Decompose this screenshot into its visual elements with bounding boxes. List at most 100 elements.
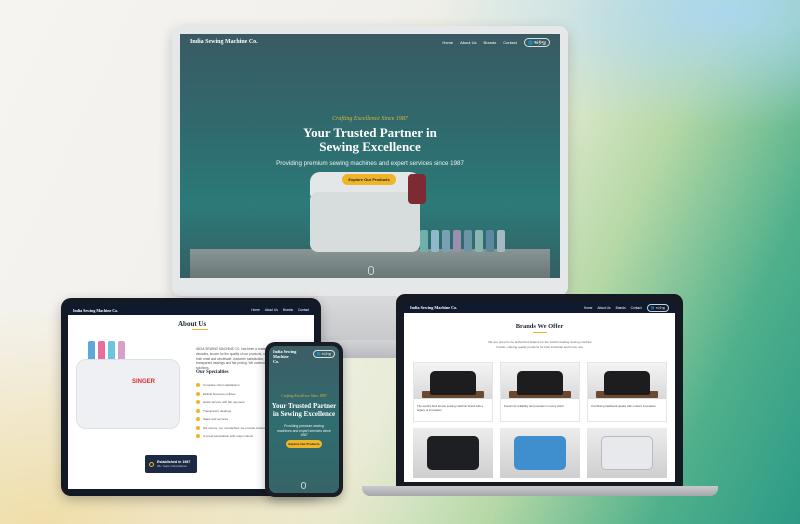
nav-about[interactable]: About Us bbox=[460, 40, 476, 45]
phone-hero-screen: India Sewing Machine Co. 🌐 અંગ્રેજી Craf… bbox=[269, 346, 339, 493]
explore-products-button[interactable]: Explore Our Products bbox=[286, 440, 322, 448]
brand-card[interactable]: Known for reliability and precision in e… bbox=[500, 362, 580, 422]
brands-title: Brands We Offer bbox=[515, 323, 564, 330]
brand-logo[interactable]: India Sewing Machine Co. bbox=[410, 305, 457, 310]
singer-machine-image: SINGER bbox=[74, 339, 184, 469]
brand-machine-image bbox=[514, 436, 566, 470]
hero-title-line2: Sewing Excellence bbox=[319, 139, 421, 155]
brand-card[interactable]: The world's best known sewing machine br… bbox=[413, 362, 493, 422]
nav-contact[interactable]: Contact bbox=[631, 306, 642, 310]
brands-subtitle: We are proud to be authorized dealers fo… bbox=[488, 340, 592, 349]
explore-products-button[interactable]: Explore Our Products bbox=[342, 174, 396, 185]
spool bbox=[497, 230, 505, 252]
hero-subtitle: Providing premium sewing machines and ex… bbox=[276, 160, 464, 167]
clock-icon bbox=[149, 461, 154, 467]
brand-machine-image bbox=[601, 436, 653, 470]
spool bbox=[486, 230, 494, 252]
brand-machine-image bbox=[414, 363, 492, 399]
specialty-text: Complete client satisfaction bbox=[203, 383, 240, 388]
language-toggle[interactable]: 🌐 અંગ્રેજી bbox=[312, 350, 335, 358]
language-toggle[interactable]: 🌐 અંગ્રેજી bbox=[646, 303, 669, 312]
language-toggle[interactable]: 🌐 અંગ્રેજી bbox=[524, 37, 550, 47]
brand-card-text: Known for reliability and precision in e… bbox=[504, 404, 564, 408]
machine-shape bbox=[603, 371, 651, 395]
machine-wheel bbox=[408, 174, 426, 204]
spool bbox=[453, 230, 461, 252]
nav-home[interactable]: Home bbox=[251, 308, 260, 312]
nav-home[interactable]: Home bbox=[442, 40, 453, 45]
brand-logo[interactable]: India Sewing Machine Co. bbox=[273, 349, 307, 364]
hero-title-line1: Your Trusted Partner in bbox=[303, 125, 437, 140]
nav-about[interactable]: About Us bbox=[597, 306, 610, 310]
spool bbox=[431, 230, 439, 252]
brand-machine-image bbox=[427, 436, 479, 470]
hero-tagline: Crafting Excellence Since 1987 bbox=[281, 394, 327, 398]
brand-card[interactable] bbox=[500, 428, 580, 478]
spool bbox=[475, 230, 483, 252]
brand-logo[interactable]: India Sewing Machine Co. bbox=[73, 308, 118, 313]
brand-card-text: Combining traditional quality with moder… bbox=[591, 404, 656, 408]
hero-title: Your Trusted Partner in Sewing Excellenc… bbox=[180, 125, 560, 155]
laptop-device: India Sewing Machine Co. Home About Us B… bbox=[396, 294, 683, 486]
machine-body bbox=[310, 192, 420, 252]
desktop-hero-screen: India Sewing Machine Co. Home About Us B… bbox=[180, 34, 560, 278]
desktop-monitor: India Sewing Machine Co. Home About Us B… bbox=[172, 26, 568, 296]
check-icon bbox=[196, 400, 200, 405]
check-icon bbox=[196, 383, 200, 388]
thread-spools bbox=[420, 230, 505, 252]
tablet-navbar: India Sewing Machine Co. Home About Us B… bbox=[68, 305, 314, 315]
brand-card-text: The world's best known sewing machine br… bbox=[417, 404, 483, 412]
brand-card[interactable] bbox=[413, 428, 493, 478]
phone-navbar: India Sewing Machine Co. 🌐 અંગ્રેજી bbox=[273, 349, 335, 364]
check-icon bbox=[196, 425, 200, 430]
laptop-base bbox=[362, 486, 718, 496]
machine-shape bbox=[516, 371, 564, 395]
specialty-text: Transparent dealings bbox=[203, 408, 232, 413]
brand-card[interactable] bbox=[587, 428, 667, 478]
nav-home[interactable]: Home bbox=[584, 306, 593, 310]
machine-shape bbox=[429, 371, 477, 395]
check-icon bbox=[196, 408, 200, 413]
singer-body bbox=[76, 359, 180, 429]
check-icon bbox=[196, 391, 200, 396]
brand-logo[interactable]: India Sewing Machine Co. bbox=[190, 39, 258, 45]
nav-about[interactable]: About Us bbox=[265, 308, 278, 312]
phone-device: India Sewing Machine Co. 🌐 અંગ્રેજી Craf… bbox=[265, 342, 343, 497]
hero-tagline: Crafting Excellence Since 1987 bbox=[332, 116, 408, 122]
specialty-text: We source, our unmatched, we provide sol… bbox=[203, 425, 268, 430]
specialty-text: Ethical business policies bbox=[203, 391, 236, 396]
nav-contact[interactable]: Contact bbox=[298, 308, 309, 312]
brand-line2: Co. bbox=[273, 358, 280, 364]
desktop-navbar: India Sewing Machine Co. Home About Us B… bbox=[180, 34, 560, 50]
specialty-text: Quick service with fair payment bbox=[203, 400, 245, 405]
nav-brands[interactable]: Brands bbox=[484, 40, 497, 45]
title-underline bbox=[192, 329, 208, 330]
spool bbox=[420, 230, 428, 252]
spool bbox=[442, 230, 450, 252]
about-title: About Us bbox=[178, 320, 207, 328]
badge-subtitle: 36+ Years of Excellence bbox=[157, 464, 187, 468]
hero-title-line2: in Sewing Excellence bbox=[272, 409, 336, 418]
laptop-brands-screen: India Sewing Machine Co. Home About Us B… bbox=[404, 302, 675, 482]
nav-brands[interactable]: Brands bbox=[616, 306, 626, 310]
badge-text: Established in 1987 36+ Years of Excelle… bbox=[157, 460, 190, 468]
scroll-mouse-icon[interactable] bbox=[368, 266, 374, 275]
nav-links: Home About Us Brands Contact bbox=[251, 308, 309, 312]
title-underline bbox=[533, 332, 547, 333]
nav-brands[interactable]: Brands bbox=[283, 308, 293, 312]
brand-machine-image bbox=[588, 363, 666, 399]
brand-machine-image bbox=[501, 363, 579, 399]
nav-links: Home About Us Brands Contact 🌐 અંગ્રેજી bbox=[442, 37, 550, 47]
spool bbox=[464, 230, 472, 252]
nav-links: Home About Us Brands Contact 🌐 અંગ્રેજી bbox=[584, 303, 669, 312]
laptop-navbar: India Sewing Machine Co. Home About Us B… bbox=[404, 302, 675, 313]
check-icon bbox=[196, 434, 200, 439]
specialty-text: Sales and services bbox=[203, 417, 229, 422]
scroll-mouse-icon[interactable] bbox=[301, 482, 306, 489]
hero-subtitle: Providing premium sewing machines and ex… bbox=[277, 424, 331, 438]
singer-logo: SINGER bbox=[132, 379, 156, 385]
brand-card[interactable]: Combining traditional quality with moder… bbox=[587, 362, 667, 422]
established-badge: Established in 1987 36+ Years of Excelle… bbox=[145, 455, 197, 473]
nav-contact[interactable]: Contact bbox=[503, 40, 517, 45]
specialties-title: Our Specialties bbox=[196, 370, 229, 375]
